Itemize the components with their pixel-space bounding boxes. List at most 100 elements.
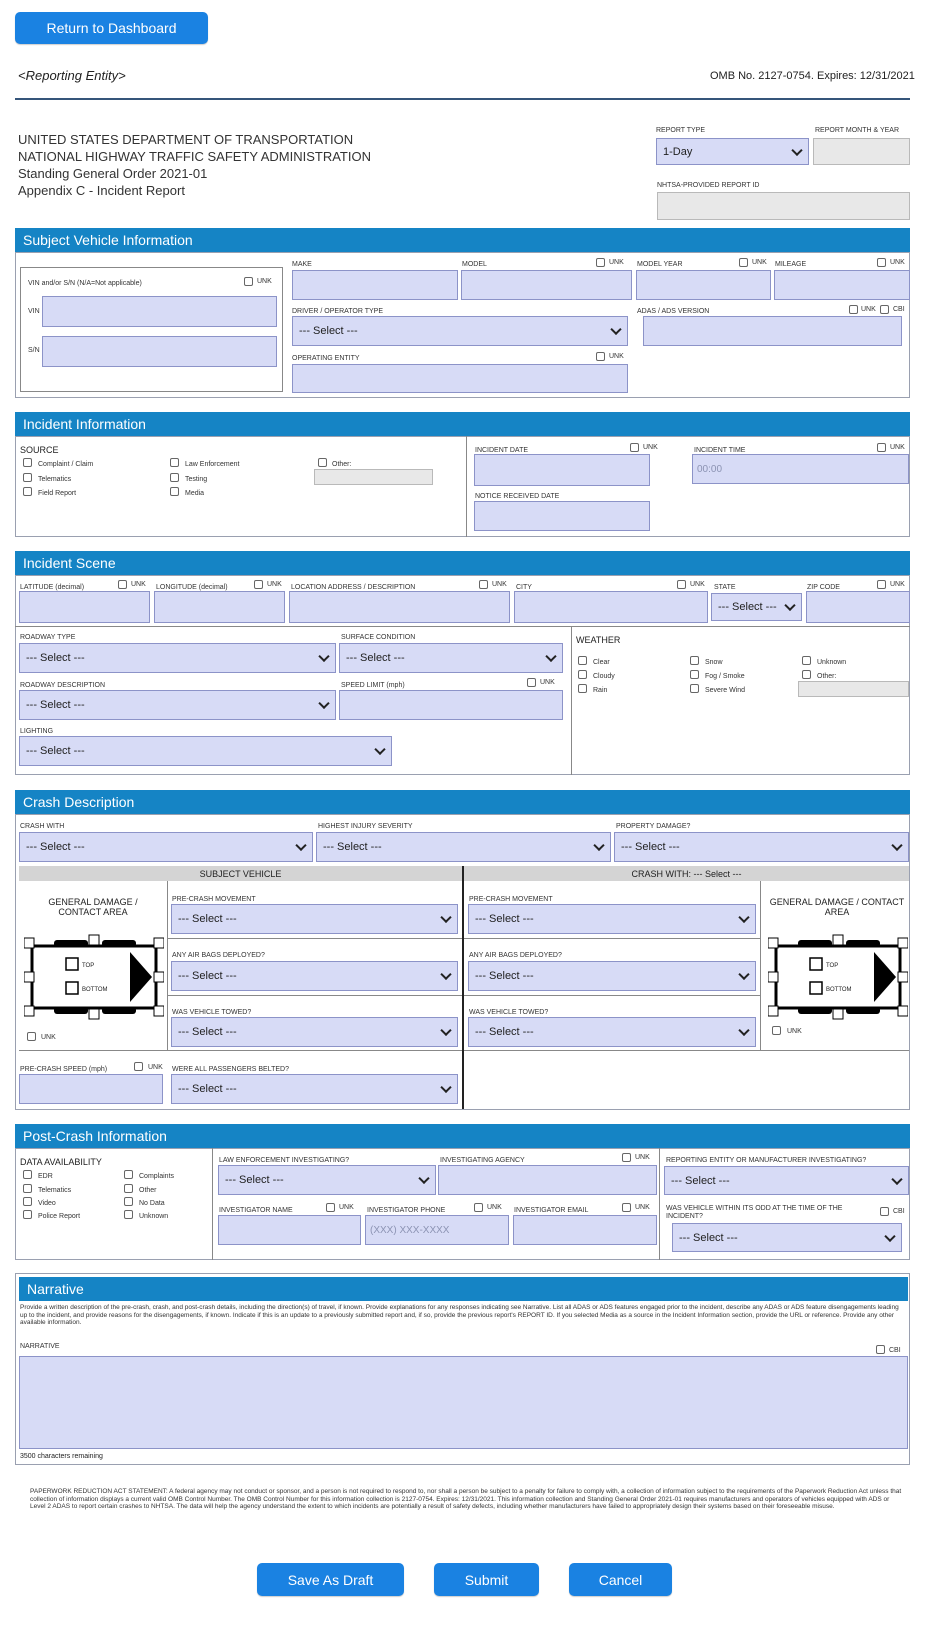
incident-time-input[interactable]: 00:00 [692,454,909,484]
save-draft-button[interactable]: Save As Draft [257,1563,404,1596]
inv-name-unk-checkbox[interactable] [326,1203,335,1212]
weather-cloudy-checkbox[interactable] [578,670,587,679]
narrative-textarea[interactable] [19,1356,908,1449]
data-unknown-checkbox[interactable] [124,1210,133,1219]
report-type-select[interactable]: 1-Day [656,138,809,165]
weather-rain-checkbox[interactable] [578,684,587,693]
source-media-checkbox[interactable] [170,487,179,496]
model-year-input[interactable] [636,270,771,300]
cancel-button[interactable]: Cancel [569,1563,672,1596]
weather-wind-checkbox[interactable] [690,684,699,693]
inv-phone-input[interactable]: (XXX) XXX-XXXX [365,1215,509,1245]
weather-other-checkbox[interactable] [802,670,811,679]
incident-time-unk-checkbox[interactable] [877,443,886,452]
roadway-desc-select[interactable]: --- Select --- [19,690,336,720]
model-year-unk-checkbox[interactable] [739,258,748,267]
odd-cbi-checkbox[interactable] [880,1207,889,1216]
submit-button[interactable]: Submit [434,1563,539,1596]
source-telematics-checkbox[interactable] [23,473,32,482]
sn-input[interactable] [42,336,277,367]
source-other-input[interactable] [314,469,433,485]
city-unk-checkbox[interactable] [677,580,686,589]
injury-select[interactable]: --- Select --- [316,832,611,862]
cw-movement-select[interactable]: --- Select --- [468,904,756,934]
return-to-dashboard-button[interactable]: Return to Dashboard [15,12,208,44]
right-damage-bottom [464,1050,760,1051]
lighting-select[interactable]: --- Select --- [19,736,392,766]
notice-date-input[interactable] [474,501,650,531]
driver-type-select[interactable]: --- Select --- [292,316,628,346]
latitude-unk-checkbox[interactable] [118,580,127,589]
vin-unk-checkbox[interactable] [244,277,253,286]
crash-with-select[interactable]: --- Select --- [19,832,313,862]
right-damage-unk-checkbox[interactable] [772,1026,781,1035]
longitude-unk-checkbox[interactable] [254,580,263,589]
pre-speed-unk-checkbox[interactable] [134,1062,143,1071]
speed-limit-input[interactable] [339,690,563,720]
agency-unk-checkbox[interactable] [622,1153,631,1162]
law-enforcement-select[interactable]: --- Select --- [218,1165,436,1195]
inv-email-unk-checkbox[interactable] [622,1203,631,1212]
sv-towed-select[interactable]: --- Select --- [171,1017,458,1047]
city-input[interactable] [514,591,708,623]
weather-unknown-checkbox[interactable] [802,656,811,665]
source-field-report-checkbox[interactable] [23,487,32,496]
vin-input[interactable] [42,296,277,327]
weather-fog-checkbox[interactable] [690,670,699,679]
make-input[interactable] [292,270,458,300]
data-police-checkbox[interactable] [23,1210,32,1219]
left-damage-diagram [24,934,164,1020]
odd-select[interactable]: --- Select --- [672,1223,902,1252]
source-complaint-checkbox[interactable] [23,458,32,467]
cw-towed-select[interactable]: --- Select --- [468,1017,756,1047]
inv-email-input[interactable] [513,1215,657,1245]
address-input[interactable] [289,591,510,623]
manufacturer-investigating-select[interactable]: --- Select --- [664,1166,909,1195]
zip-unk-checkbox[interactable] [877,580,886,589]
data-video-checkbox[interactable] [23,1197,32,1206]
mileage-unk-checkbox[interactable] [877,258,886,267]
inv-phone-unk-checkbox[interactable] [474,1203,483,1212]
weather-other-input[interactable] [798,681,909,697]
inv-name-input[interactable] [218,1215,361,1245]
agency-input[interactable] [438,1165,657,1195]
data-telematics-checkbox[interactable] [23,1184,32,1193]
state-select[interactable]: --- Select --- [711,593,802,621]
longitude-input[interactable] [154,591,285,623]
mileage-input[interactable] [774,270,910,300]
sv-movement-select[interactable]: --- Select --- [171,904,458,934]
source-law-enforcement-checkbox[interactable] [170,458,179,467]
source-testing-checkbox[interactable] [170,473,179,482]
roadway-type-select[interactable]: --- Select --- [19,643,336,673]
data-edr-checkbox[interactable] [23,1170,32,1179]
left-damage-unk-checkbox[interactable] [27,1032,36,1041]
operating-entity-unk-checkbox[interactable] [596,352,605,361]
model-unk-checkbox[interactable] [596,258,605,267]
pre-speed-input[interactable] [19,1074,163,1104]
surface-select[interactable]: --- Select --- [339,643,563,673]
source-other-checkbox[interactable] [318,458,327,467]
sv-airbags-select[interactable]: --- Select --- [171,961,458,991]
operating-entity-input[interactable] [292,364,628,393]
adas-input[interactable] [643,316,902,346]
cw-airbags-select[interactable]: --- Select --- [468,961,756,991]
belted-select[interactable]: --- Select --- [171,1074,458,1104]
incident-date-unk-checkbox[interactable] [630,443,639,452]
data-no-data-checkbox[interactable] [124,1197,133,1206]
narrative-cbi-checkbox[interactable] [876,1345,885,1354]
adas-cbi-checkbox[interactable] [880,305,889,314]
zip-input[interactable] [806,591,910,623]
incident-date-input[interactable] [474,454,650,486]
data-other-checkbox[interactable] [124,1184,133,1193]
latitude-input[interactable] [19,591,150,623]
report-month-field[interactable] [813,138,910,165]
weather-snow-checkbox[interactable] [690,656,699,665]
model-input[interactable] [461,270,632,300]
weather-clear-checkbox[interactable] [578,656,587,665]
adas-unk-checkbox[interactable] [849,305,858,314]
property-select[interactable]: --- Select --- [614,832,909,862]
agency-label: INVESTIGATING AGENCY [440,1157,525,1164]
data-complaints-checkbox[interactable] [124,1170,133,1179]
address-unk-checkbox[interactable] [479,580,488,589]
speed-limit-unk-checkbox[interactable] [527,678,536,687]
